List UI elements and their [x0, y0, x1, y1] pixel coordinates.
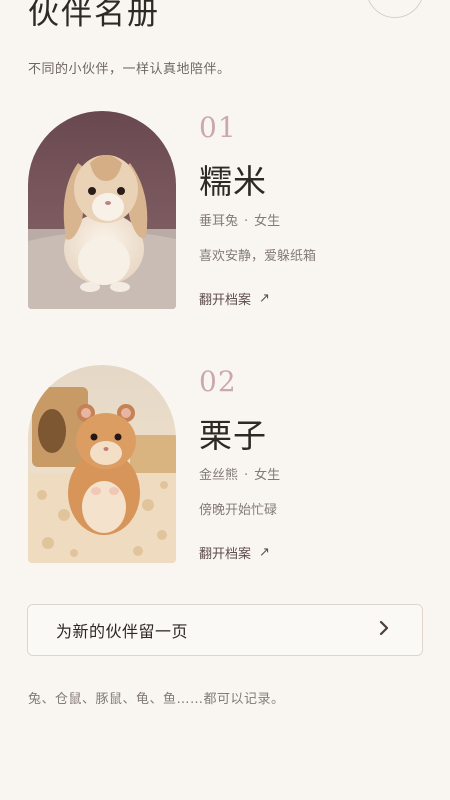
arrow-up-right-icon: ↗ — [259, 545, 270, 560]
corner-menu-button[interactable] — [366, 0, 424, 18]
pet-name: 糯米 — [199, 162, 267, 201]
open-profile-label: 翻开档案 — [199, 293, 252, 308]
meta-separator: · — [244, 468, 249, 483]
rabbit-photo — [28, 111, 176, 309]
chevron-right-icon — [378, 620, 390, 640]
pet-meta: 金丝熊 · 女生 — [199, 464, 280, 483]
page-subtitle: 不同的小伙伴，一样认真地陪伴。 — [28, 62, 231, 77]
pet-name: 栗子 — [199, 416, 267, 455]
pet-number: 02 — [199, 365, 237, 398]
open-profile-link[interactable]: 翻开档案 ↗ — [199, 289, 270, 308]
pet-number: 01 — [199, 111, 237, 144]
meta-separator: · — [244, 214, 249, 229]
pet-description: 喜欢安静，爱躲纸箱 — [199, 249, 317, 264]
open-profile-link[interactable]: 翻开档案 ↗ — [199, 543, 270, 562]
add-new-pet-button[interactable]: 为新的伙伴留一页 — [27, 604, 423, 656]
arrow-up-right-icon: ↗ — [259, 291, 270, 306]
pet-card[interactable]: 01 糯米 垂耳兔 · 女生 喜欢安静，爱躲纸箱 翻开档案 ↗ — [28, 111, 428, 311]
pet-species: 垂耳兔 — [199, 214, 239, 229]
page-title: 伙伴名册 — [28, 0, 160, 32]
open-profile-label: 翻开档案 — [199, 547, 252, 562]
hamster-photo — [28, 365, 176, 563]
footer-note: 兔、仓鼠、豚鼠、龟、鱼……都可以记录。 — [28, 692, 285, 707]
pet-description: 傍晚开始忙碌 — [199, 503, 278, 518]
pet-gender: 女生 — [254, 468, 281, 483]
pet-card[interactable]: 02 栗子 金丝熊 · 女生 傍晚开始忙碌 翻开档案 ↗ — [28, 365, 428, 565]
pet-gender: 女生 — [254, 214, 281, 229]
pet-meta: 垂耳兔 · 女生 — [199, 210, 280, 229]
add-new-pet-label: 为新的伙伴留一页 — [56, 622, 189, 641]
pet-species: 金丝熊 — [199, 468, 239, 483]
